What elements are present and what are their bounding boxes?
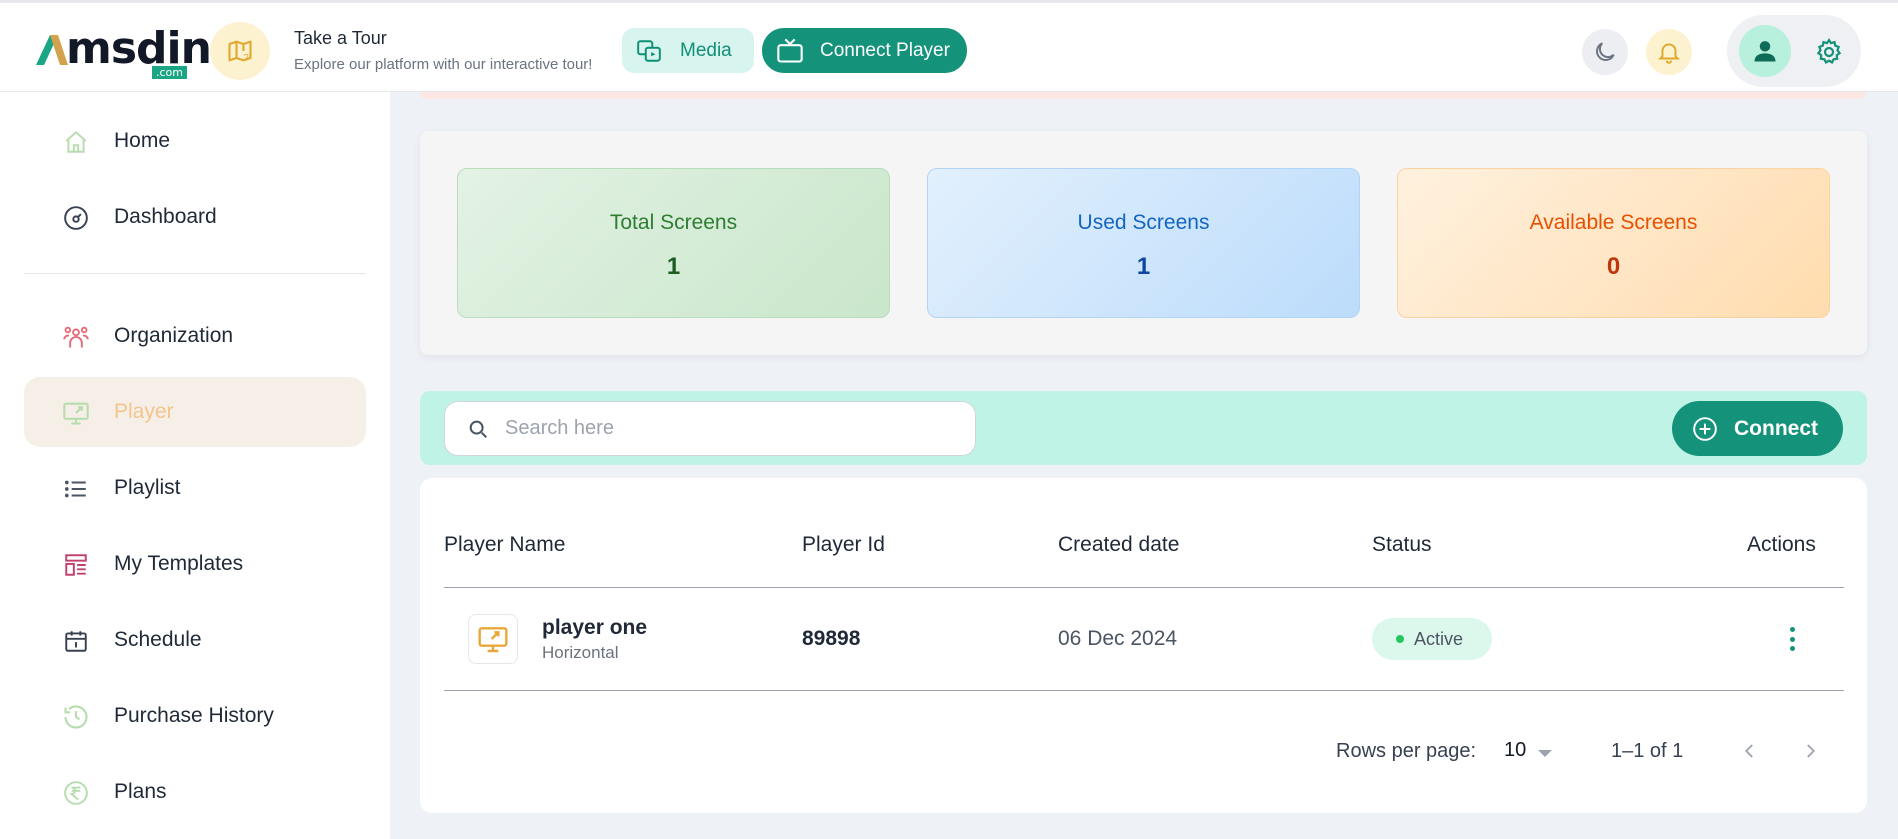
- chevron-left-icon: [1744, 744, 1753, 758]
- player-id: 89898: [802, 627, 861, 650]
- sidebar-item-player[interactable]: Player: [24, 377, 366, 447]
- status-dot: [1396, 635, 1404, 643]
- map-icon: ?: [228, 40, 252, 62]
- template-icon: [62, 551, 90, 579]
- chevron-right-icon: [1807, 744, 1816, 758]
- sidebar-item-organization[interactable]: Organization: [24, 301, 366, 371]
- row-actions-menu-button[interactable]: [1780, 622, 1804, 656]
- dashboard-icon: [62, 204, 90, 232]
- status-badge: Active: [1372, 618, 1492, 660]
- moon-icon: [1596, 42, 1615, 61]
- rupee-icon: [62, 779, 90, 807]
- available-screens-card: Available Screens 0: [1397, 168, 1830, 318]
- next-page-button[interactable]: [1795, 736, 1825, 766]
- table-header-divider: [444, 587, 1844, 588]
- table-row-divider: [444, 690, 1844, 691]
- tour-map-button[interactable]: ?: [210, 22, 270, 80]
- sidebar-item-label: Plans: [114, 780, 167, 803]
- sidebar-item-label: Purchase History: [114, 704, 274, 727]
- column-header-created-date[interactable]: Created date: [1058, 533, 1179, 557]
- column-header-status[interactable]: Status: [1372, 533, 1432, 557]
- organization-icon: [62, 323, 90, 351]
- sidebar-item-home[interactable]: Home: [24, 106, 366, 176]
- sidebar-item-label: Player: [114, 400, 174, 423]
- sidebar-item-label: Dashboard: [114, 205, 217, 228]
- tv-icon: [777, 38, 803, 63]
- home-icon: [62, 128, 90, 156]
- rows-per-page-label: Rows per page:: [1336, 740, 1477, 762]
- notifications-button[interactable]: [1646, 29, 1692, 75]
- media-label: Media: [680, 39, 732, 61]
- user-icon: [1754, 41, 1776, 62]
- top-header: msdin .com ? Take a Tour Explore our pla…: [0, 0, 1898, 92]
- sidebar-item-label: Organization: [114, 324, 234, 347]
- svg-text:?: ?: [244, 52, 249, 62]
- used-screens-value: 1: [1136, 253, 1151, 280]
- sidebar-item-plans[interactable]: Plans: [24, 757, 366, 827]
- sidebar-item-label: Playlist: [114, 476, 181, 499]
- available-screens-label: Available Screens: [1529, 211, 1698, 234]
- plus-circle-icon: [1693, 416, 1717, 441]
- sidebar-item-playlist[interactable]: Playlist: [24, 453, 366, 523]
- monitor-icon: [62, 399, 90, 427]
- kebab-dot: [1789, 646, 1795, 651]
- sidebar-item-label: My Templates: [114, 552, 244, 575]
- sidebar-item-my-templates[interactable]: My Templates: [24, 529, 366, 599]
- chevron-down-icon[interactable]: [1538, 750, 1552, 757]
- tour-subtitle: Explore our platform with our interactiv…: [294, 56, 593, 73]
- logo-suffix: .com: [152, 66, 187, 79]
- player-thumbnail: [468, 614, 518, 664]
- logo[interactable]: msdin .com: [36, 25, 212, 79]
- sidebar-item-label: Home: [114, 129, 171, 152]
- theme-toggle-button[interactable]: [1582, 29, 1628, 75]
- list-icon: [62, 475, 90, 503]
- search-input[interactable]: [505, 402, 965, 455]
- connect-player-button[interactable]: Connect Player: [762, 28, 967, 73]
- column-header-actions: Actions: [1747, 533, 1816, 556]
- logo-text: msdin: [66, 23, 212, 74]
- search-field[interactable]: [444, 401, 976, 456]
- gear-icon: [1816, 38, 1842, 64]
- avatar[interactable]: [1739, 25, 1791, 77]
- sidebar-item-schedule[interactable]: Schedule: [24, 605, 366, 675]
- player-orientation: Horizontal: [542, 643, 619, 662]
- monitor-icon: [478, 627, 508, 653]
- search-icon: [469, 420, 487, 438]
- connect-label: Connect: [1734, 416, 1818, 440]
- used-screens-card: Used Screens 1: [927, 168, 1360, 318]
- status-label: Active: [1414, 628, 1464, 649]
- total-screens-card: Total Screens 1: [457, 168, 890, 318]
- player-name[interactable]: player one: [542, 616, 647, 640]
- sidebar-item-purchase-history[interactable]: Purchase History: [24, 681, 366, 751]
- logo-mark-icon: [36, 35, 68, 65]
- connect-button[interactable]: Connect: [1672, 401, 1843, 456]
- media-icon: [637, 39, 661, 62]
- alert-strip: [420, 92, 1866, 99]
- sidebar-item-dashboard[interactable]: Dashboard: [24, 182, 366, 252]
- tour-title[interactable]: Take a Tour: [294, 28, 387, 49]
- sidebar-divider: [24, 273, 366, 274]
- media-button[interactable]: Media: [622, 28, 754, 73]
- kebab-dot: [1789, 627, 1795, 632]
- bell-icon: [1657, 43, 1681, 64]
- calendar-icon: [62, 627, 90, 655]
- total-screens-label: Total Screens: [609, 211, 738, 234]
- sidebar: Home Dashboard Organization Player Playl…: [0, 92, 390, 839]
- used-screens-label: Used Screens: [1077, 211, 1210, 234]
- player-created-date: 06 Dec 2024: [1058, 627, 1178, 650]
- column-header-player-id[interactable]: Player Id: [802, 533, 885, 557]
- history-icon: [62, 703, 90, 731]
- previous-page-button[interactable]: [1735, 736, 1765, 766]
- settings-button[interactable]: [1806, 29, 1852, 75]
- sidebar-item-label: Schedule: [114, 628, 202, 651]
- available-screens-value: 0: [1606, 253, 1621, 280]
- kebab-dot: [1789, 636, 1795, 642]
- rows-per-page-select[interactable]: 10: [1504, 739, 1526, 762]
- column-header-player-name[interactable]: Player Name: [444, 533, 565, 557]
- total-screens-value: 1: [666, 253, 681, 280]
- pagination-range: 1–1 of 1: [1611, 740, 1684, 762]
- connect-player-label: Connect Player: [820, 39, 950, 61]
